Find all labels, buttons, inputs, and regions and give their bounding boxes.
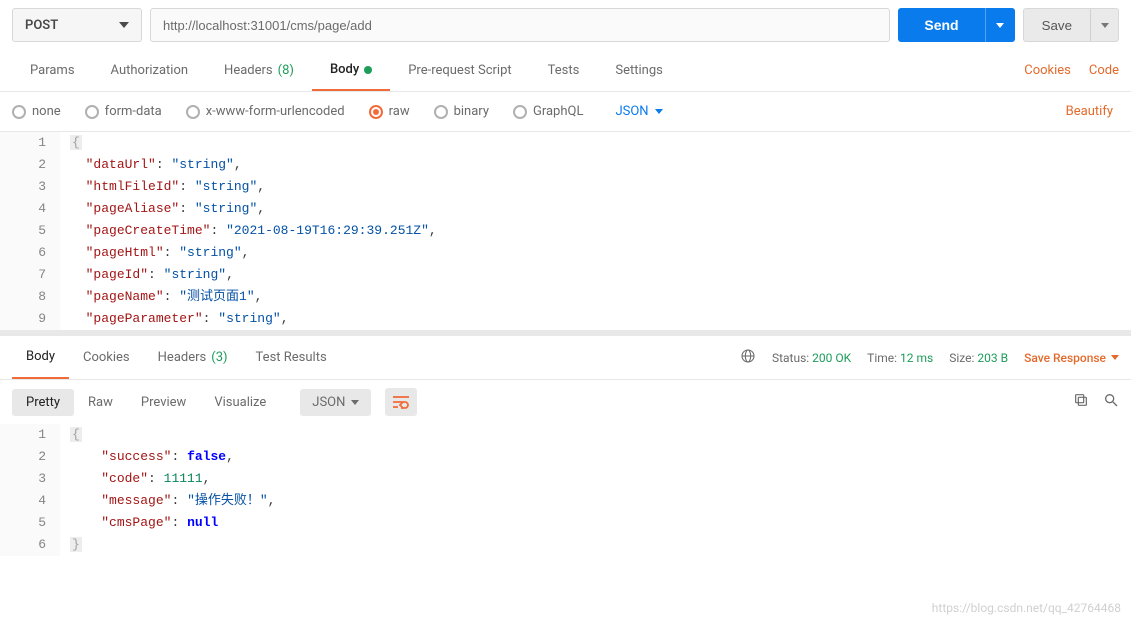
send-button[interactable]: Send <box>898 8 1014 42</box>
code-line[interactable]: } <box>60 534 1131 556</box>
save-response-button[interactable]: Save Response <box>1024 351 1119 365</box>
save-button[interactable]: Save <box>1023 8 1119 42</box>
code-link[interactable]: Code <box>1089 63 1119 78</box>
status-value: 200 OK <box>812 351 851 365</box>
save-caret[interactable] <box>1090 9 1118 41</box>
code-line[interactable]: "dataUrl": "string", <box>60 154 1131 176</box>
radio-icon <box>12 105 26 119</box>
line-number: 9 <box>0 308 60 330</box>
fmt-preview[interactable]: Preview <box>127 389 200 416</box>
body-format-select[interactable]: JSON <box>615 104 662 119</box>
radio-icon <box>85 105 99 119</box>
line-number: 3 <box>0 468 60 490</box>
status-label: Status: <box>772 351 809 365</box>
time-value: 12 ms <box>900 351 933 365</box>
code-line[interactable]: "pageName": "测试页面1", <box>60 286 1131 308</box>
code-line[interactable]: "htmlFileId": "string", <box>60 176 1131 198</box>
line-number: 2 <box>0 154 60 176</box>
code-line[interactable]: "code": 11111, <box>60 468 1131 490</box>
radio-icon <box>513 105 527 119</box>
fmt-raw[interactable]: Raw <box>74 389 127 416</box>
chevron-down-icon <box>996 23 1004 28</box>
tab-params[interactable]: Params <box>12 50 93 91</box>
fmt-pretty[interactable]: Pretty <box>12 389 74 416</box>
resp-format-select[interactable]: JSON <box>300 389 371 416</box>
search-icon[interactable] <box>1103 392 1119 412</box>
code-line[interactable]: "cmsPage": null <box>60 512 1131 534</box>
radio-icon <box>369 105 383 119</box>
radio-raw[interactable]: raw <box>369 104 410 119</box>
dot-icon <box>364 66 372 74</box>
chevron-down-icon <box>119 22 129 28</box>
line-number: 5 <box>0 512 60 534</box>
code-line[interactable]: { <box>60 132 1131 154</box>
code-line[interactable]: "pageId": "string", <box>60 264 1131 286</box>
line-number: 3 <box>0 176 60 198</box>
line-number: 5 <box>0 220 60 242</box>
tab-authorization[interactable]: Authorization <box>93 50 207 91</box>
chevron-down-icon <box>351 400 359 405</box>
size-value: 203 B <box>977 351 1008 365</box>
code-line[interactable]: "pageParameter": "string", <box>60 308 1131 330</box>
wrap-lines-button[interactable] <box>385 388 417 416</box>
headers-count: (8) <box>278 63 294 78</box>
tab-headers[interactable]: Headers (8) <box>206 50 312 91</box>
copy-icon[interactable] <box>1073 392 1089 412</box>
resp-headers-count: (3) <box>211 350 227 365</box>
time-label: Time: <box>867 351 897 365</box>
radio-icon <box>186 105 200 119</box>
globe-icon[interactable] <box>740 348 756 367</box>
tab-body[interactable]: Body <box>312 50 390 91</box>
line-number: 4 <box>0 490 60 512</box>
code-line[interactable]: "success": false, <box>60 446 1131 468</box>
method-value: POST <box>25 18 58 33</box>
fmt-visualize[interactable]: Visualize <box>200 389 280 416</box>
radio-icon <box>434 105 448 119</box>
chevron-down-icon <box>1111 355 1119 360</box>
radio-xwww[interactable]: x-www-form-urlencoded <box>186 104 345 119</box>
send-caret[interactable] <box>985 8 1015 42</box>
chevron-down-icon <box>655 109 663 114</box>
chevron-down-icon <box>1101 23 1109 28</box>
response-body-editor[interactable]: 1{2 "success": false,3 "code": 11111,4 "… <box>0 424 1131 556</box>
tab-headers-label: Headers <box>224 63 273 78</box>
tab-tests[interactable]: Tests <box>530 50 598 91</box>
radio-none[interactable]: none <box>12 104 61 119</box>
line-number: 7 <box>0 264 60 286</box>
url-input[interactable] <box>150 8 890 42</box>
watermark: https://blog.csdn.net/qq_42764468 <box>932 601 1121 615</box>
beautify-link[interactable]: Beautify <box>1066 104 1119 119</box>
send-label: Send <box>898 8 984 42</box>
line-number: 1 <box>0 132 60 154</box>
line-number: 6 <box>0 242 60 264</box>
code-line[interactable]: "pageCreateTime": "2021-08-19T16:29:39.2… <box>60 220 1131 242</box>
tab-body-label: Body <box>330 62 359 77</box>
line-number: 1 <box>0 424 60 446</box>
code-line[interactable]: { <box>60 424 1131 446</box>
radio-graphql[interactable]: GraphQL <box>513 104 583 119</box>
resp-tab-tests[interactable]: Test Results <box>242 336 341 379</box>
tab-settings[interactable]: Settings <box>597 50 680 91</box>
save-label: Save <box>1024 9 1090 41</box>
method-select[interactable]: POST <box>12 8 142 42</box>
line-number: 6 <box>0 534 60 556</box>
body-format-label: JSON <box>615 104 648 119</box>
line-number: 2 <box>0 446 60 468</box>
cookies-link[interactable]: Cookies <box>1024 63 1071 78</box>
line-number: 8 <box>0 286 60 308</box>
resp-tab-body[interactable]: Body <box>12 336 69 379</box>
line-number: 4 <box>0 198 60 220</box>
code-line[interactable]: "pageHtml": "string", <box>60 242 1131 264</box>
code-line[interactable]: "message": "操作失败！", <box>60 490 1131 512</box>
resp-tab-headers[interactable]: Headers (3) <box>144 336 242 379</box>
resp-tab-cookies[interactable]: Cookies <box>69 336 144 379</box>
radio-binary[interactable]: binary <box>434 104 489 119</box>
size-label: Size: <box>949 351 974 365</box>
code-line[interactable]: "pageAliase": "string", <box>60 198 1131 220</box>
resp-tab-headers-label: Headers <box>158 350 207 365</box>
request-body-editor[interactable]: 1{2 "dataUrl": "string",3 "htmlFileId": … <box>0 132 1131 336</box>
tab-prerequest[interactable]: Pre-request Script <box>390 50 529 91</box>
radio-formdata[interactable]: form-data <box>85 104 162 119</box>
